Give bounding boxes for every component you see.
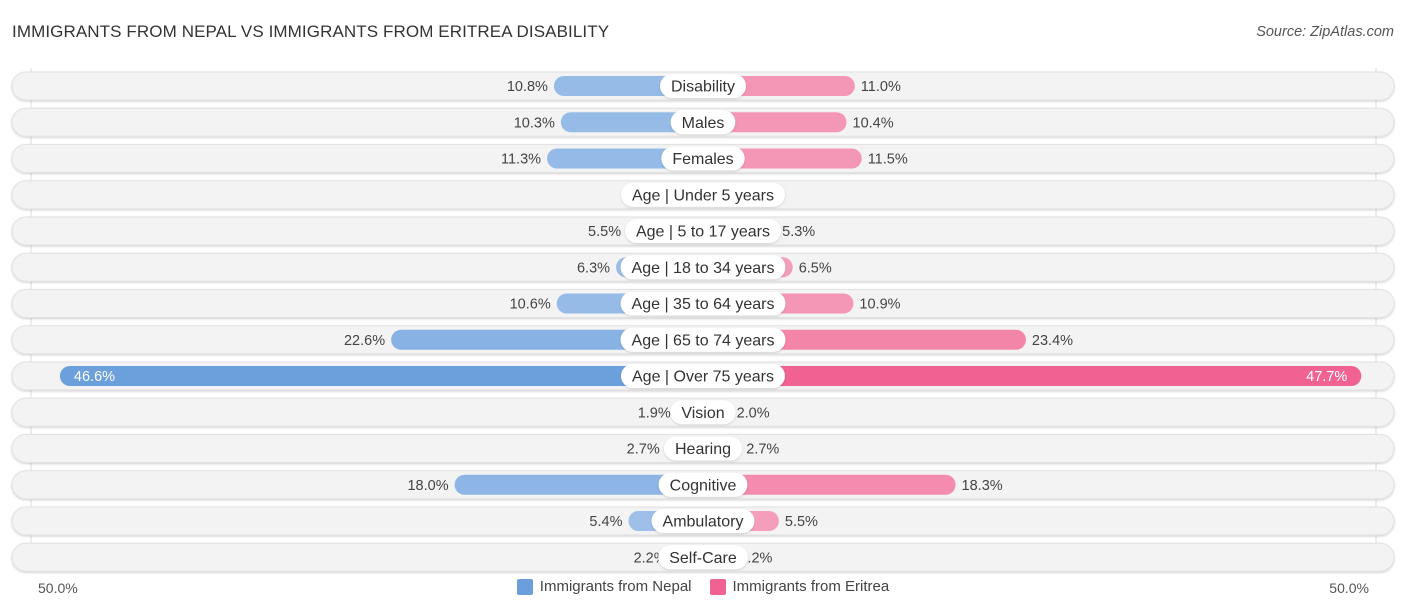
value-label-eritrea: 10.4% [853,115,894,131]
bar-nepal [59,366,714,386]
category-label: Cognitive [670,477,737,494]
value-label-nepal: 10.8% [507,79,548,95]
category-label: Age | 35 to 64 years [632,296,775,313]
legend-swatch-nepal [516,578,533,595]
legend-label-eritrea: Immigrants from Eritrea [732,578,890,595]
value-label-nepal: 22.6% [344,333,385,349]
legend-item-eritrea[interactable]: Immigrants from Eritrea [709,578,890,595]
chart-row[interactable]: 18.0% 18.3% Cognitive [11,470,1395,500]
value-label-nepal: 10.3% [514,115,555,131]
value-label-eritrea: 11.0% [861,79,901,95]
category-label: Hearing [675,441,731,458]
value-label-eritrea: 5.3% [782,224,815,240]
chart-row[interactable]: 22.6% 23.4% Age | 65 to 74 years [11,325,1395,355]
value-label-nepal: 46.6% [74,369,115,385]
legend-label-nepal: Immigrants from Nepal [539,578,692,595]
category-label: Age | 5 to 17 years [636,224,770,241]
category-label: Self-Care [669,550,737,567]
category-label: Females [672,151,733,168]
chart-row[interactable]: 5.4% 5.5% Ambulatory [11,506,1395,536]
value-label-eritrea: 18.3% [962,478,1003,494]
chart-row[interactable]: 10.6% 10.9% Age | 35 to 64 years [11,289,1395,318]
chart-row[interactable]: 11.3% 11.5% Females [11,144,1395,173]
value-label-eritrea: 47.7% [1306,369,1347,385]
category-label: Age | Over 75 years [632,369,774,386]
value-label-eritrea: 2.0% [737,405,770,421]
category-label: Males [682,115,725,132]
value-label-nepal: 5.5% [588,224,621,240]
legend: Immigrants from Nepal Immigrants from Er… [0,578,1406,595]
value-label-nepal: 5.4% [589,514,622,530]
value-label-nepal: 6.3% [577,260,610,276]
chart-row[interactable]: 2.2% 2.2%Self-Care [11,542,1395,572]
category-label: Age | Under 5 years [632,187,774,204]
chart-row[interactable]: 1.9% 2.0% Vision [11,397,1395,427]
category-label: Ambulatory [663,514,744,531]
chart-row[interactable]: 10.3% 10.4% Males [11,107,1395,137]
value-label-eritrea: 5.5% [785,514,818,530]
chart-row[interactable]: 46.6% 47.7% Age | Over 75 years [11,361,1395,391]
category-label: Vision [681,405,724,422]
value-label-nepal: 18.0% [407,478,448,494]
chart-row[interactable]: 5.5% 5.3% Age | 5 to 17 years [11,216,1395,246]
value-label-nepal: 11.3% [501,152,541,168]
chart-row[interactable]: 10.8% 11.0% Disability [11,71,1395,101]
legend-swatch-eritrea [709,578,726,595]
value-label-nepal: 2.7% [627,442,660,458]
bar-eritrea [693,366,1362,386]
category-label: Age | 18 to 34 years [632,260,775,277]
chart-row[interactable]: 1.0%1.2%Age | Under 5 years [11,180,1395,210]
value-label-nepal: 10.6% [510,297,551,313]
value-label-eritrea: 6.5% [799,260,832,276]
value-label-eritrea: 23.4% [1032,333,1073,349]
category-label: Age | 65 to 74 years [632,332,775,349]
category-label: Disability [671,79,735,96]
value-label-nepal: 1.9% [638,405,671,421]
value-label-eritrea: 10.9% [859,297,900,313]
chart-row[interactable]: 2.7% 2.7% Hearing [11,434,1395,463]
legend-item-nepal[interactable]: Immigrants from Nepal [516,578,692,595]
diverging-bar-chart: 10.8% 11.0% Disability 10.3% 10.4% Males 11.3%… [11,68,1395,572]
value-label-eritrea: 11.5% [868,152,908,168]
chart-row[interactable]: 6.3% 6.5% Age | 18 to 34 years [11,252,1395,282]
value-label-eritrea: 2.7% [746,442,779,458]
